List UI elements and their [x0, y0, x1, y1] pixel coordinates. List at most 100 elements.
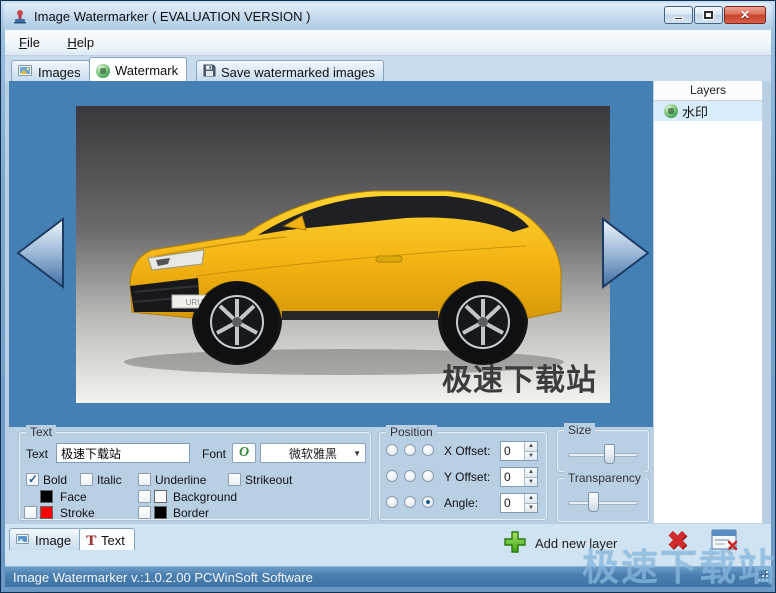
- strikeout-label: Strikeout: [245, 473, 292, 487]
- app-window: Image Watermarker ( EVALUATION VERSION )…: [0, 0, 776, 593]
- photo-watermark-text: 极速下载站: [442, 355, 597, 399]
- size-group-legend: Size: [564, 423, 595, 437]
- text-group-legend: Text: [26, 425, 56, 439]
- y-offset-spinner[interactable]: 0 ▲ ▼: [500, 467, 538, 487]
- underline-label: Underline: [155, 473, 206, 487]
- border-color-swatch[interactable]: [154, 506, 167, 519]
- font-picker-button[interactable]: O: [232, 443, 256, 463]
- images-icon: [18, 64, 33, 80]
- plus-icon: [503, 530, 527, 557]
- layer-icon: [664, 104, 678, 118]
- tab-text-layer[interactable]: T Text: [79, 528, 135, 550]
- spin-down-icon[interactable]: ▼: [525, 478, 537, 487]
- menu-file[interactable]: File: [9, 30, 50, 55]
- tab-images[interactable]: Images: [11, 60, 90, 81]
- text-settings-group: Text Text Font O 微软雅黑 ▼ Bold Italic Unde…: [19, 432, 371, 520]
- close-icon: ✕: [740, 8, 750, 22]
- main-tabstrip: Images Watermark Save watermarked images: [5, 56, 771, 81]
- align-top-right-radio[interactable]: [422, 444, 434, 456]
- tab-save-label: Save watermarked images: [221, 65, 375, 80]
- chevron-down-icon: ▼: [353, 449, 361, 458]
- x-offset-spinner[interactable]: 0 ▲ ▼: [500, 441, 538, 461]
- stroke-checkbox[interactable]: [24, 506, 37, 519]
- align-bottom-right-radio[interactable]: [422, 496, 434, 508]
- tab-watermark-label: Watermark: [115, 63, 178, 78]
- next-image-button[interactable]: [597, 214, 655, 292]
- stroke-color-swatch[interactable]: [40, 506, 53, 519]
- border-checkbox[interactable]: [138, 506, 151, 519]
- title-bar[interactable]: Image Watermarker ( EVALUATION VERSION )…: [4, 3, 772, 30]
- remove-image-button[interactable]: [711, 529, 739, 552]
- bold-label: Bold: [43, 473, 67, 487]
- save-icon: [203, 64, 216, 80]
- align-middle-right-radio[interactable]: [422, 470, 434, 482]
- status-bar: Image Watermarker v.:1.0.2.00 PCWinSoft …: [5, 566, 771, 587]
- background-checkbox[interactable]: [138, 490, 151, 503]
- size-slider-track[interactable]: [568, 453, 638, 457]
- spin-down-icon[interactable]: ▼: [525, 504, 537, 513]
- x-offset-spin-buttons: ▲ ▼: [524, 442, 537, 460]
- align-top-left-radio[interactable]: [386, 444, 398, 456]
- watermark-icon: [96, 64, 110, 78]
- italic-label: Italic: [97, 473, 122, 487]
- restore-button[interactable]: [694, 6, 723, 24]
- app-icon: [12, 9, 28, 25]
- y-offset-value: 0: [504, 470, 511, 484]
- spin-up-icon[interactable]: ▲: [525, 468, 537, 478]
- bold-checkbox[interactable]: [26, 473, 39, 486]
- tab-save[interactable]: Save watermarked images: [196, 60, 384, 81]
- tab-image-label: Image: [35, 533, 71, 548]
- font-family-dropdown[interactable]: 微软雅黑 ▼: [260, 443, 366, 463]
- align-top-center-radio[interactable]: [404, 444, 416, 456]
- preview-canvas: URUS: [9, 81, 653, 427]
- close-button[interactable]: ✕: [724, 6, 766, 24]
- underline-checkbox[interactable]: [138, 473, 151, 486]
- menu-help[interactable]: Help: [57, 30, 104, 55]
- window-title: Image Watermarker ( EVALUATION VERSION ): [34, 9, 310, 24]
- stroke-label: Stroke: [60, 506, 95, 520]
- spin-down-icon[interactable]: ▼: [525, 452, 537, 461]
- face-color-swatch[interactable]: [40, 490, 53, 503]
- strikeout-checkbox[interactable]: [228, 473, 241, 486]
- layers-panel: Layers 水印: [653, 81, 763, 524]
- car-photo: URUS: [76, 106, 610, 403]
- spin-up-icon[interactable]: ▲: [525, 442, 537, 452]
- y-offset-label: Y Offset:: [444, 470, 490, 484]
- x-offset-label: X Offset:: [444, 444, 490, 458]
- font-preview-icon: O: [239, 445, 249, 460]
- align-bottom-left-radio[interactable]: [386, 496, 398, 508]
- transparency-group: Transparency: [557, 478, 649, 522]
- menu-bar: File Help: [5, 30, 771, 56]
- align-middle-center-radio[interactable]: [404, 470, 416, 482]
- transparency-slider-thumb[interactable]: [588, 492, 599, 512]
- layers-panel-title: Layers: [654, 81, 762, 101]
- background-color-swatch[interactable]: [154, 490, 167, 503]
- y-offset-spin-buttons: ▲ ▼: [524, 468, 537, 486]
- transparency-group-legend: Transparency: [564, 471, 645, 485]
- layer-item-watermark[interactable]: 水印: [654, 101, 762, 121]
- resize-grip[interactable]: [756, 569, 769, 585]
- angle-label: Angle:: [444, 496, 478, 510]
- bottom-strip: Image T Text Add new layer ✖: [5, 524, 771, 566]
- angle-spin-buttons: ▲ ▼: [524, 494, 537, 512]
- angle-spinner[interactable]: 0 ▲ ▼: [500, 493, 538, 513]
- italic-checkbox[interactable]: [80, 473, 93, 486]
- tab-text-label: Text: [101, 533, 125, 548]
- spin-up-icon[interactable]: ▲: [525, 494, 537, 504]
- tab-watermark[interactable]: Watermark: [89, 57, 187, 81]
- size-slider-thumb[interactable]: [604, 444, 615, 464]
- tab-image-layer[interactable]: Image: [9, 528, 81, 550]
- window-controls: ✕: [663, 6, 766, 24]
- add-new-layer-button[interactable]: Add new layer: [503, 530, 617, 557]
- position-group: Position X Offset: 0 ▲ ▼ Y Offset: 0 ▲ ▼…: [379, 432, 547, 520]
- watermark-text-input[interactable]: [56, 443, 190, 463]
- previous-image-button[interactable]: [11, 214, 69, 292]
- align-bottom-center-radio[interactable]: [404, 496, 416, 508]
- tab-images-label: Images: [38, 65, 81, 80]
- minimize-button[interactable]: [664, 6, 693, 24]
- position-group-legend: Position: [386, 425, 437, 439]
- align-middle-left-radio[interactable]: [386, 470, 398, 482]
- delete-layer-button[interactable]: ✖: [667, 526, 688, 556]
- transparency-slider-track[interactable]: [568, 501, 638, 505]
- background-label: Background: [173, 490, 237, 504]
